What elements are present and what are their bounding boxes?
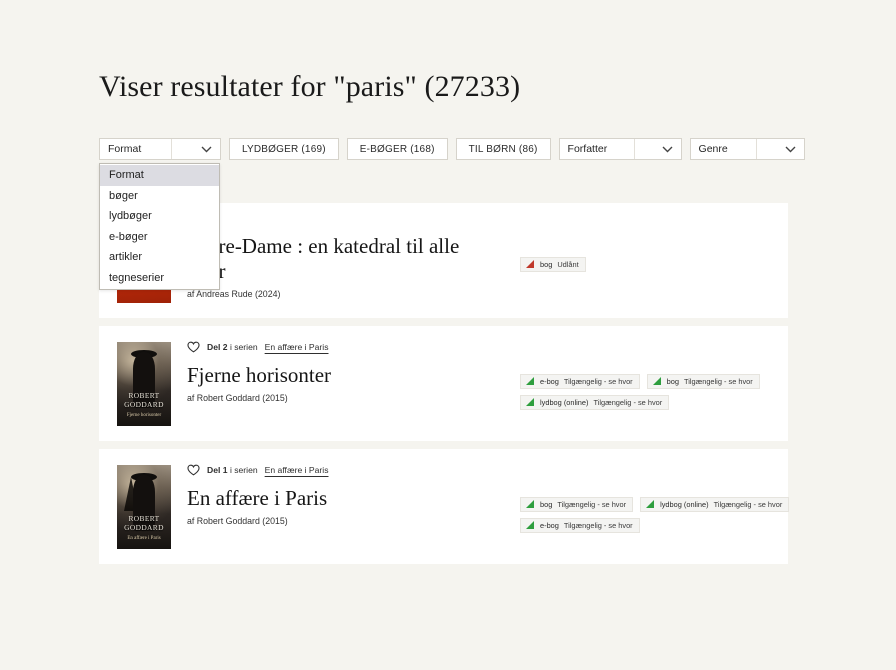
badge-status: Tilgængelig - se hvor	[563, 377, 633, 386]
badge-material: bog	[666, 377, 679, 386]
select-divider	[756, 139, 758, 159]
badge-material: e-bog	[540, 377, 559, 386]
dropdown-option-format[interactable]: Format	[100, 165, 219, 186]
availability-badge[interactable]: e-bog Tilgængelig - se hvor	[520, 518, 640, 533]
triangle-green-icon	[525, 377, 535, 386]
result-card-body: Del 1 i serien En affære i Paris En affære…	[171, 463, 790, 564]
cover-title-text: En affære i Paris	[127, 536, 161, 541]
availability-badge-group: bog Tilgængelig - se hvor lydbog (online) T…	[520, 497, 850, 533]
series-link[interactable]: En affære i Paris	[265, 342, 329, 352]
favorite-heart-icon[interactable]	[187, 341, 200, 353]
badge-material: bog	[540, 260, 553, 269]
series-part-suffix: i serien	[229, 465, 258, 475]
chevron-down-icon	[194, 146, 220, 153]
page-title: Viser resultater for "paris" (27233)	[99, 70, 521, 103]
dropdown-option-e-bøger[interactable]: e-bøger	[100, 227, 219, 248]
badge-status: Tilgængelig - se hvor	[684, 377, 753, 386]
result-title[interactable]: Notre-Dame : en katedral til alle tider	[187, 234, 467, 284]
genre-filter-label: Genre	[698, 143, 728, 155]
badge-material: bog	[540, 500, 553, 509]
availability-badge[interactable]: lydbog (online) Tilgængelig - se hvor	[520, 395, 670, 410]
badge-status: Tilgængelig - se hvor	[593, 398, 663, 407]
series-row: Del 1 i serien En affære i Paris	[187, 463, 770, 477]
series-part-number: Del 1	[207, 465, 228, 475]
series-part-label: Del 1 i serien	[207, 465, 258, 475]
badge-status: Tilgængelig - se hvor	[557, 500, 627, 509]
badge-material: lydbog (online)	[540, 398, 589, 407]
dropdown-option-bøger[interactable]: bøger	[100, 186, 219, 207]
chevron-down-icon	[655, 146, 681, 153]
availability-badge[interactable]: e-bog Tilgængelig - se hvor	[520, 374, 640, 389]
format-filter-label: Format	[108, 143, 142, 155]
triangle-green-icon	[525, 500, 535, 509]
availability-badge-group: e-bog Tilgængelig - se hvor bog Tilgængelig…	[520, 374, 850, 410]
badge-material: e-bog	[540, 521, 559, 530]
series-part-label: Del 2 i serien	[207, 342, 258, 352]
series-link[interactable]: En affære i Paris	[265, 465, 329, 475]
select-divider	[634, 139, 636, 159]
series-part-suffix: i serien	[229, 342, 258, 352]
book-cover-image[interactable]: ROBERT GODDARD Fjerne horisonter	[117, 342, 171, 426]
dropdown-option-tegneserier[interactable]: tegneserier	[100, 268, 219, 289]
select-divider	[171, 139, 173, 159]
series-part-number: Del 2	[207, 342, 228, 352]
cover-author-text: ROBERT GODDARD	[124, 391, 164, 409]
availability-badge[interactable]: lydbog (online) Tilgængelig - se hvor	[640, 497, 790, 512]
cover-author-text: ROBERT GODDARD	[124, 514, 164, 532]
result-card[interactable]: ROBERT GODDARD Fjerne horisonter Del 2 i s…	[99, 326, 788, 441]
filter-button-eboeger[interactable]: E-BØGER (168)	[346, 138, 448, 160]
badge-status: Udlånt	[557, 260, 579, 269]
forfatter-filter-label: Forfatter	[567, 143, 608, 155]
badge-status: Tilgængelig - se hvor	[563, 521, 633, 530]
filter-button-til-boern[interactable]: TIL BØRN (86)	[455, 138, 551, 160]
filter-bar: Format LYDBØGER (169) E-BØGER (168) TIL …	[99, 138, 805, 160]
result-title[interactable]: Fjerne horisonter	[187, 363, 467, 388]
genre-filter-select[interactable]: Genre	[689, 138, 805, 160]
result-author: af Andreas Rude (2024)	[187, 289, 281, 299]
format-dropdown-menu: Format bøger lydbøger e-bøger artikler tegnes…	[99, 163, 220, 290]
forfatter-filter-select[interactable]: Forfatter	[558, 138, 682, 160]
availability-badge[interactable]: bog Tilgængelig - se hvor	[646, 374, 760, 389]
badge-material: lydbog (online)	[660, 500, 709, 509]
availability-badge[interactable]: bog Tilgængelig - se hvor	[520, 497, 634, 512]
badge-status: Tilgængelig - se hvor	[713, 500, 783, 509]
format-filter-select[interactable]: Format	[99, 138, 221, 160]
triangle-red-icon	[525, 260, 535, 269]
result-card[interactable]: ROBERT GODDARD En affære i Paris Del 1 i s…	[99, 449, 790, 564]
triangle-green-icon	[525, 521, 535, 530]
result-title[interactable]: En affære i Paris	[187, 486, 467, 511]
triangle-green-icon	[652, 377, 662, 386]
search-results-page: Viser resultater for "paris" (27233) For…	[0, 0, 896, 670]
result-kicker: PARIS	[187, 217, 770, 227]
availability-badge[interactable]: bog Udlånt	[520, 257, 586, 272]
availability-badge-group: bog Udlånt	[520, 257, 850, 272]
result-card-body: PARIS Notre-Dame : en katedral til alle t…	[171, 217, 770, 318]
book-cover-image[interactable]: ROBERT GODDARD En affære i Paris	[117, 465, 171, 549]
triangle-green-icon	[645, 500, 655, 509]
filter-button-lydboeger[interactable]: LYDBØGER (169)	[229, 138, 339, 160]
cover-title-text: Fjerne horisonter	[126, 413, 162, 418]
series-row: Del 2 i serien En affære i Paris	[187, 340, 770, 354]
result-card-body: Del 2 i serien En affære i Paris Fjerne ho…	[171, 340, 770, 441]
chevron-down-icon	[778, 146, 804, 153]
dropdown-option-lydbøger[interactable]: lydbøger	[100, 206, 219, 227]
favorite-heart-icon[interactable]	[187, 464, 200, 476]
dropdown-option-artikler[interactable]: artikler	[100, 247, 219, 268]
triangle-green-icon	[525, 398, 535, 407]
